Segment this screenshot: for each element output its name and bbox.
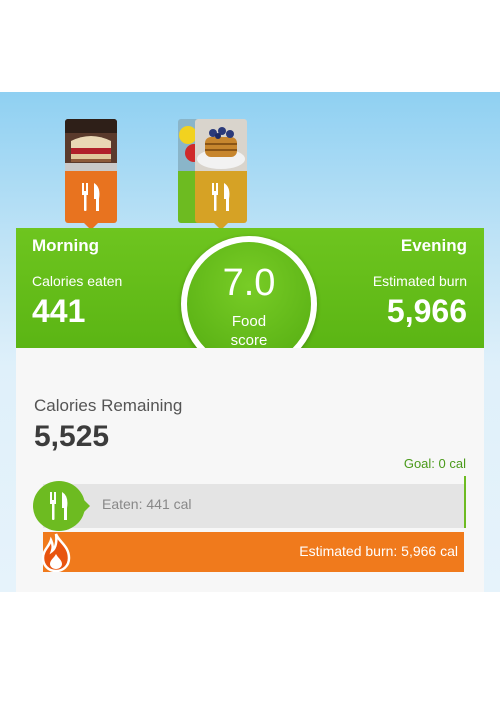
meal-tab bbox=[195, 171, 247, 223]
timeline-end-label: Evening bbox=[400, 236, 467, 255]
app-screen: Morning Evening Calories eaten 441 Estim… bbox=[0, 92, 500, 592]
eaten-badge bbox=[33, 481, 85, 531]
meal-photo-sandwich bbox=[65, 119, 117, 171]
flame-badge bbox=[33, 529, 79, 575]
burn-bar-label: Estimated burn: 5,966 cal bbox=[299, 543, 458, 559]
fork-knife-icon bbox=[82, 183, 100, 211]
goal-line bbox=[464, 476, 466, 528]
eaten-bar-label: Eaten: 441 cal bbox=[102, 496, 192, 512]
calories-panel: Calories Remaining 5,525 Goal: 0 cal Eat… bbox=[16, 348, 484, 592]
meal-tab bbox=[65, 171, 117, 223]
meal-photo-pancakes bbox=[195, 119, 247, 171]
food-score-value: 7.0 bbox=[222, 262, 276, 304]
meal-marker-pancakes[interactable] bbox=[195, 119, 247, 230]
calories-eaten-label: Calories eaten bbox=[32, 273, 123, 289]
fork-knife-icon bbox=[50, 492, 68, 520]
calories-remaining-label: Calories Remaining bbox=[34, 396, 183, 415]
fork-knife-icon bbox=[212, 183, 230, 211]
timeline-start-label: Morning bbox=[32, 236, 100, 255]
meal-marker-breakfast-sandwich[interactable] bbox=[65, 119, 117, 230]
estimated-burn-value: 5,966 bbox=[386, 293, 467, 329]
estimated-burn-label: Estimated burn bbox=[372, 273, 467, 289]
calories-remaining-value: 5,525 bbox=[34, 420, 110, 453]
flame-icon bbox=[41, 533, 71, 572]
calories-eaten-value: 441 bbox=[32, 293, 86, 329]
daily-summary: Morning Evening Calories eaten 441 Estim… bbox=[16, 228, 484, 372]
food-score-label: Food score bbox=[230, 313, 268, 349]
goal-label: Goal: 0 cal bbox=[403, 456, 466, 471]
